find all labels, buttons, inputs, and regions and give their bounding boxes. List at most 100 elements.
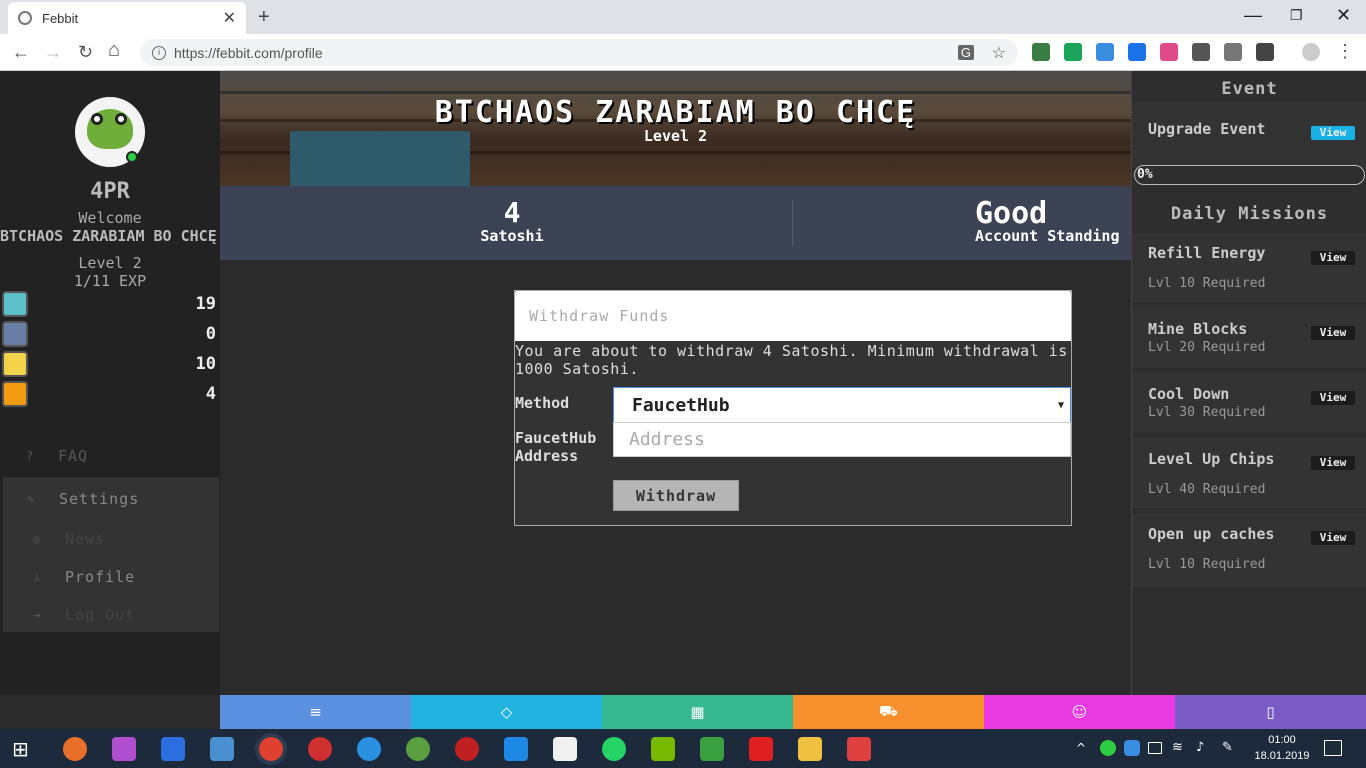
app-icon[interactable]	[210, 737, 234, 761]
wifi-icon[interactable]: ≋	[1172, 740, 1188, 756]
mission-item: Mine Blocks Lvl 20 Required View	[1132, 308, 1366, 369]
menu-logout-label: Log Out	[65, 606, 136, 624]
mission-view-button[interactable]: View	[1311, 251, 1355, 265]
minimize-button[interactable]: —	[1244, 5, 1262, 26]
news-icon: ◎	[33, 532, 42, 546]
extension-icon[interactable]	[1160, 43, 1178, 61]
mission-view-button[interactable]: View	[1311, 326, 1355, 340]
cart-icon[interactable]: ⛟	[793, 695, 984, 729]
browser-tab[interactable]: Febbit ✕	[8, 2, 246, 34]
bitcoin-icon	[2, 381, 28, 407]
users-icon[interactable]: ☺	[984, 695, 1175, 729]
ie-icon[interactable]	[357, 737, 381, 761]
mission-requirement: Lvl 40 Required	[1148, 482, 1266, 497]
extension-icon[interactable]	[1128, 43, 1146, 61]
clock-time: 01:00	[1268, 734, 1296, 746]
app-icon[interactable]	[504, 737, 528, 761]
forward-button[interactable]: →	[44, 42, 62, 63]
withdraw-button[interactable]: Withdraw	[613, 480, 739, 511]
settings-submenu: ✎ Settings ◎ News ♙ Profile ⇥ Log Out	[3, 477, 219, 632]
withdraw-panel: Withdraw Funds You are about to withdraw…	[514, 290, 1072, 526]
browser-tab-bar: Febbit ✕ + — ❐ ✕	[0, 0, 1366, 34]
url-text[interactable]: https://febbit.com/profile	[174, 45, 323, 61]
profile-avatar-icon[interactable]	[1302, 43, 1320, 61]
file-explorer-icon[interactable]	[798, 737, 822, 761]
menu-item-profile[interactable]: ♙ Profile	[33, 568, 135, 586]
mission-item: Open up caches Lvl 10 Required View	[1132, 513, 1366, 588]
tray-chevron-icon[interactable]: ^	[1076, 741, 1090, 755]
malwarebytes-icon[interactable]	[161, 737, 185, 761]
reload-button[interactable]: ↻	[78, 42, 93, 63]
menu-item-settings[interactable]: ✎ Settings	[27, 490, 139, 508]
notifications-icon[interactable]	[1324, 740, 1342, 756]
volume-icon[interactable]: ♪	[1196, 740, 1212, 756]
battery-icon[interactable]	[1148, 742, 1162, 754]
maximize-button[interactable]: ❐	[1290, 7, 1303, 24]
tray-app-icon[interactable]	[1100, 740, 1116, 756]
pen-icon[interactable]: ✎	[1222, 740, 1238, 756]
tab-close-icon[interactable]: ✕	[223, 8, 236, 28]
mission-view-button[interactable]: View	[1311, 531, 1355, 545]
online-status-icon	[126, 151, 138, 163]
home-button[interactable]: ⌂	[108, 39, 120, 62]
app-icon[interactable]	[847, 737, 871, 761]
bitcoin-value: 4	[205, 384, 216, 404]
site-info-icon[interactable]: i	[152, 45, 166, 60]
address-input[interactable]: Address	[613, 422, 1071, 457]
mission-title: Cool Down	[1148, 385, 1230, 403]
app-icon[interactable]	[112, 737, 136, 761]
extension-icon[interactable]	[1032, 43, 1050, 61]
diamond-icon[interactable]: ◇	[411, 695, 602, 729]
taskbar-clock[interactable]: 01:00 18.01.2019	[1252, 732, 1312, 764]
app-icon[interactable]	[455, 737, 479, 761]
app-icon[interactable]	[700, 737, 724, 761]
firefox-icon[interactable]	[63, 737, 87, 761]
banner-title: BTCHAOS ZARABIAM BO CHCĘ	[434, 95, 917, 130]
back-button[interactable]: ←	[12, 42, 30, 63]
menu-icon[interactable]: ≡	[220, 695, 411, 729]
address-bar[interactable]: i https://febbit.com/profile G ☆	[140, 39, 1018, 66]
tray-app-icon[interactable]	[1124, 740, 1140, 756]
mission-requirement: Lvl 30 Required	[1148, 405, 1266, 420]
bottom-nav: ≡ ◇ ▦ ⛟ ☺ ▯	[220, 695, 1366, 729]
banner-level: Level 2	[643, 127, 708, 145]
extension-icon[interactable]	[1064, 43, 1082, 61]
browser-menu-icon[interactable]: ⋮	[1336, 42, 1354, 61]
app-icon[interactable]	[308, 737, 332, 761]
mission-view-button[interactable]: View	[1311, 456, 1355, 470]
app-icon[interactable]	[406, 737, 430, 761]
event-view-button[interactable]: View	[1311, 126, 1355, 140]
account-standing-value: Good	[975, 196, 1048, 231]
method-select[interactable]: FaucetHub ▼	[613, 387, 1071, 423]
phone-icon[interactable]: ▯	[1175, 695, 1366, 729]
store-icon[interactable]	[553, 737, 577, 761]
windows-start-icon[interactable]: ⊞	[12, 737, 36, 761]
whatsapp-icon[interactable]	[602, 737, 626, 761]
mission-requirement: Lvl 10 Required	[1148, 276, 1266, 291]
missions-heading: Daily Missions	[1170, 204, 1329, 224]
mission-view-button[interactable]: View	[1311, 391, 1355, 405]
menu-item-news[interactable]: ◎ News	[33, 530, 105, 548]
extension-icon[interactable]	[1192, 43, 1210, 61]
extension-icon[interactable]	[1224, 43, 1242, 61]
menu-item-faq[interactable]: ? FAQ	[26, 447, 88, 465]
mission-item: Level Up Chips Lvl 40 Required View	[1132, 438, 1366, 509]
new-tab-button[interactable]: +	[258, 6, 270, 29]
event-progress-bar: 0%	[1134, 165, 1365, 185]
app-icon[interactable]	[749, 737, 773, 761]
tab-title: Febbit	[42, 10, 79, 26]
chrome-icon[interactable]	[259, 737, 283, 761]
grid-icon[interactable]: ▦	[602, 695, 793, 729]
window-close-button[interactable]: ✕	[1336, 5, 1351, 26]
banner-plank	[220, 91, 1131, 94]
nvidia-icon[interactable]	[651, 737, 675, 761]
method-label: Method	[515, 394, 570, 412]
method-selected-value: FaucetHub	[632, 394, 730, 416]
download-icon[interactable]	[1256, 43, 1274, 61]
address-label-line1: FaucetHub	[515, 429, 597, 447]
bookmark-star-icon[interactable]: ☆	[992, 43, 1006, 63]
extension-icon[interactable]	[1096, 43, 1114, 61]
menu-item-logout[interactable]: ⇥ Log Out	[33, 606, 135, 624]
translate-icon[interactable]: G	[957, 45, 974, 60]
mission-requirement: Lvl 10 Required	[1148, 557, 1266, 572]
